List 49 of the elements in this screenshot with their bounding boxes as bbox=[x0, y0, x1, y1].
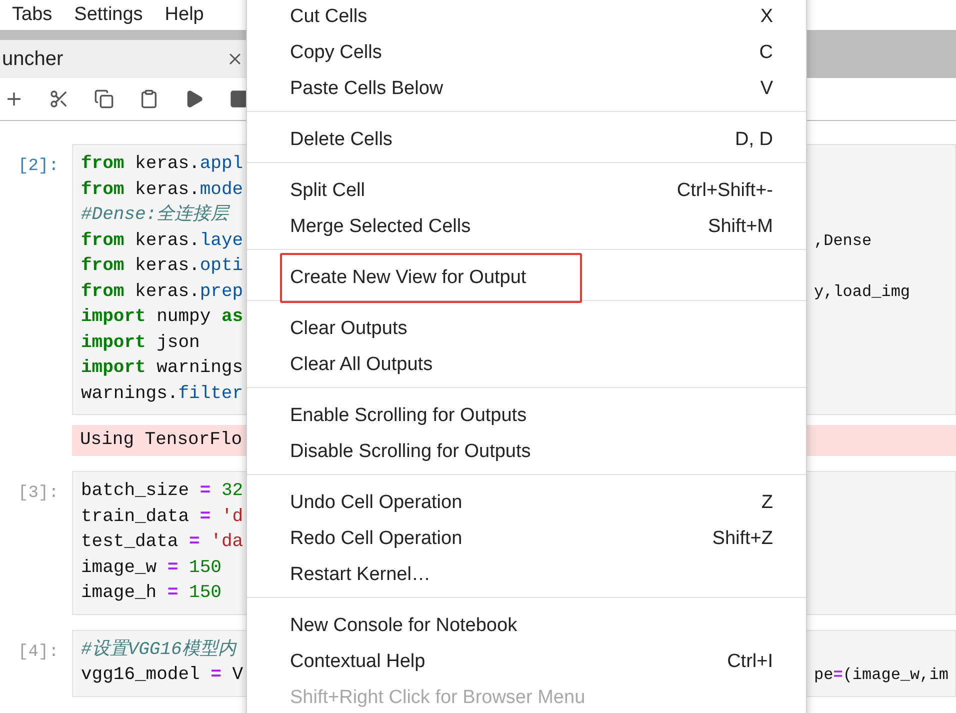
code-line: import warnings bbox=[81, 357, 244, 380]
menu-item[interactable]: Clear All Outputs bbox=[247, 347, 806, 383]
code-line: import json bbox=[81, 332, 200, 354]
menu-bar-item[interactable]: Settings bbox=[74, 0, 143, 30]
code-line: warnings.filter bbox=[81, 382, 244, 406]
menu-item[interactable]: Disable Scrolling for Outputs bbox=[247, 434, 806, 470]
code-line: from keras.prep bbox=[81, 280, 244, 304]
menu-item[interactable]: Restart Kernel… bbox=[247, 557, 806, 593]
menu-item[interactable]: Split Cell Ctrl+Shift+- bbox=[247, 173, 806, 209]
code-line: from keras.opti bbox=[81, 255, 244, 278]
output-text: Using TensorFlo bbox=[80, 430, 242, 450]
code-line: ,Dense bbox=[814, 230, 872, 252]
menu-bar-item[interactable]: Tabs bbox=[12, 0, 52, 30]
cell-prompt: [3]: bbox=[17, 483, 60, 505]
menu-item[interactable]: Clear Outputs bbox=[247, 311, 806, 347]
menu-item: Shift+Right Click for Browser Menu bbox=[289, 686, 586, 710]
code-line: vgg16_model = V bbox=[81, 664, 244, 687]
code-line: y,load_img bbox=[814, 282, 910, 302]
clipboard-icon[interactable] bbox=[139, 89, 159, 109]
menu-item[interactable]: Undo Cell Operation Z bbox=[247, 485, 806, 521]
code-line: #设置VGG16模型内 bbox=[81, 638, 236, 662]
code-line: image_w = 150 bbox=[81, 556, 222, 580]
menu-bar-item[interactable]: Help bbox=[164, 0, 204, 30]
code-line: from keras.laye bbox=[81, 230, 244, 252]
scissors-icon[interactable] bbox=[49, 89, 69, 109]
menu-item[interactable]: New Console for Notebook bbox=[247, 608, 806, 644]
cell-prompt: [4]: bbox=[17, 642, 60, 664]
menu-item[interactable]: Paste Cells Below V bbox=[247, 71, 806, 107]
code-line: image_h = 150 bbox=[81, 582, 222, 605]
menu-item[interactable]: Create New View for Output bbox=[247, 260, 806, 296]
code-line: import numpy as bbox=[81, 306, 244, 329]
code-line: from keras.mode bbox=[81, 178, 244, 202]
menu-item[interactable]: Copy Cells C bbox=[247, 35, 806, 71]
code-line: train_data = 'd bbox=[81, 506, 244, 528]
menu-item[interactable]: Merge Selected Cells Shift+M bbox=[247, 209, 806, 245]
menu-item[interactable]: Delete Cells D, D bbox=[247, 122, 806, 158]
menu-item[interactable]: Cut Cells X bbox=[247, 0, 806, 35]
copy-icon[interactable] bbox=[94, 89, 114, 109]
code-line: from keras.appl bbox=[81, 153, 244, 176]
menu-item[interactable]: Redo Cell Operation Shift+Z bbox=[247, 521, 806, 557]
code-line: test_data = 'da bbox=[81, 531, 244, 554]
menu-item[interactable]: Enable Scrolling for Outputs bbox=[247, 398, 806, 434]
document-tab[interactable]: uncher bbox=[0, 40, 248, 78]
code-line: pe=(image_w,im bbox=[814, 665, 948, 686]
square-icon[interactable] bbox=[229, 89, 249, 109]
cell-prompt: [2]: bbox=[17, 156, 60, 178]
code-line: #Dense:全连接层 bbox=[81, 203, 229, 227]
menu-item[interactable]: Contextual Help Ctrl+I bbox=[247, 644, 806, 680]
code-line: batch_size = 32 bbox=[81, 480, 244, 503]
